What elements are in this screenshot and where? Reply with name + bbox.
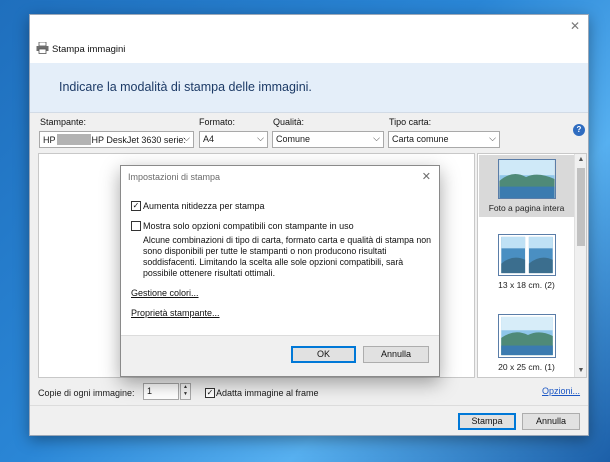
printer-select-prefix: HP [43,135,56,145]
thumbnail-label: 13 x 18 cm. (2) [498,280,555,290]
sharpen-checkbox[interactable]: ✓ [131,201,141,211]
header-band: Indicare la modalità di stampa delle imm… [30,63,588,113]
printer-select-value: HP DeskJet 3630 serie: [91,135,186,145]
stepper-up-icon[interactable]: ▲ [181,384,190,391]
dialog-title-bar: Impostazioni di stampa ✕ [121,166,439,187]
thumbnail-20x25[interactable]: 20 x 25 cm. (1) [479,314,574,376]
print-settings-dialog: Impostazioni di stampa ✕ ✓ Aumenta nitid… [120,165,440,377]
landscape-photo-thumbnail [497,159,556,199]
sharpen-label: Aumenta nitidezza per stampa [143,201,265,211]
ok-button[interactable]: OK [291,346,356,363]
title-bar: ✕ Stampa immagini [30,15,588,63]
paper-type-select-value: Carta comune [392,134,449,144]
chevron-down-icon: ⌵ [489,133,496,143]
compatible-only-label: Mostra solo opzioni compatibili con stam… [143,221,354,231]
printer-icon [36,42,49,54]
chevron-down-icon: ⌵ [257,133,264,143]
chevron-down-icon: ⌵ [373,133,380,143]
window-title: Stampa immagini [52,44,126,55]
scrollbar-thumb[interactable] [577,168,585,246]
fit-to-frame-checkbox[interactable]: ✓ [205,388,215,398]
quality-select-value: Comune [276,134,311,144]
paper-type-label: Tipo carta: [389,117,432,127]
copies-input[interactable]: 1 [143,383,179,400]
stepper-down-icon[interactable]: ▼ [181,391,190,398]
compatible-only-description: Alcune combinazioni di tipo di carta, fo… [143,235,432,278]
redacted-block [56,134,91,145]
help-icon[interactable]: ? [573,124,585,136]
color-management-link[interactable]: Gestione colori... [131,288,199,298]
thumbnail-scrollbar[interactable]: ▲ ▼ [574,154,586,377]
dialog-cancel-button[interactable]: Annulla [363,346,429,363]
scroll-down-icon[interactable]: ▼ [575,365,587,377]
page-title: Indicare la modalità di stampa delle imm… [59,80,312,94]
printer-select[interactable]: HP HP DeskJet 3630 serie: ⌵ [39,131,194,148]
format-label: Formato: [199,117,236,127]
print-button[interactable]: Stampa [458,413,516,430]
footer-bar: Stampa Annulla [30,405,588,435]
copies-stepper[interactable]: ▲ ▼ [180,383,191,400]
copies-label: Copie di ogni immagine: [38,388,135,398]
chevron-down-icon: ⌵ [183,133,190,143]
thumbnail-label: Foto a pagina intera [488,203,565,213]
two-photo-thumbnail [497,234,556,276]
close-icon[interactable]: ✕ [570,20,580,32]
options-link[interactable]: Opzioni... [542,386,580,396]
close-icon[interactable]: ✕ [422,170,431,183]
scroll-up-icon[interactable]: ▲ [575,154,587,166]
layout-thumbnail-list[interactable]: Foto a pagina intera 13 x 18 cm. (2) 20 … [477,153,587,378]
format-select-value: A4 [203,134,215,144]
quality-select[interactable]: Comune ⌵ [272,131,384,148]
cancel-button[interactable]: Annulla [522,413,580,430]
paper-type-select[interactable]: Carta comune ⌵ [388,131,500,148]
dialog-title: Impostazioni di stampa [128,172,221,182]
fit-to-frame-label: Adatta immagine al frame [216,388,319,398]
thumbnail-label: 20 x 25 cm. (1) [498,362,555,372]
thumbnail-full-page[interactable]: Foto a pagina intera [479,155,574,217]
thumbnail-13x18[interactable]: 13 x 18 cm. (2) [479,234,574,296]
single-photo-thumbnail [497,314,556,358]
compatible-only-checkbox[interactable] [131,221,141,231]
printer-label: Stampante: [40,117,87,127]
quality-label: Qualità: [273,117,305,127]
printer-properties-link[interactable]: Proprietà stampante... [131,308,220,318]
format-select[interactable]: A4 ⌵ [199,131,268,148]
